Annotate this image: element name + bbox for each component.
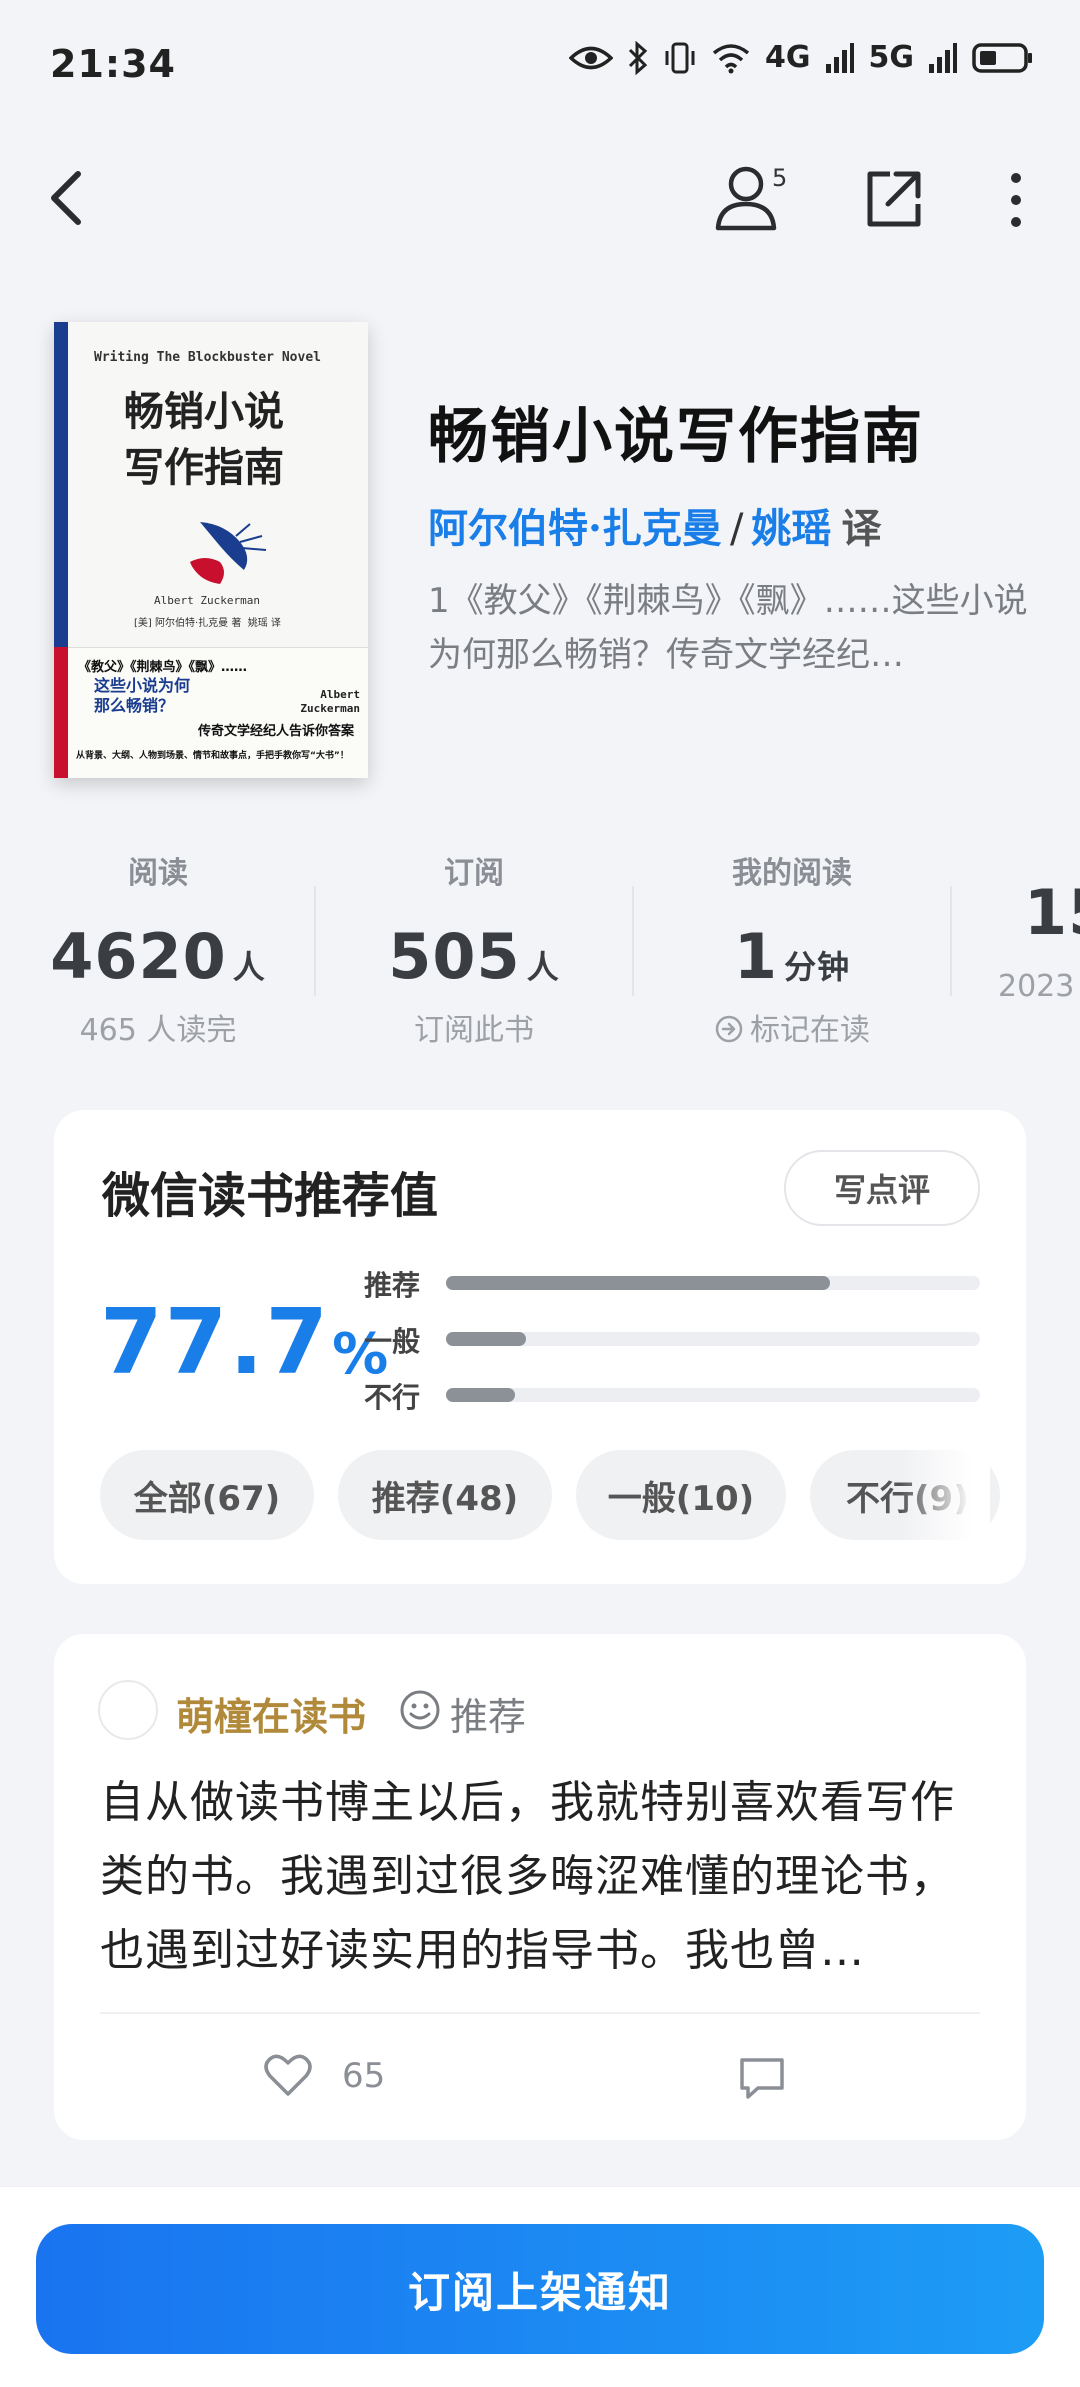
eye-icon xyxy=(569,46,613,69)
stat-number: 505 xyxy=(388,920,521,993)
cover-translator-cn: 姚瑶 译 xyxy=(247,618,281,629)
stat-divider xyxy=(632,886,634,996)
cover-author-en: Albert Zuckerman xyxy=(154,594,260,607)
cover-blue-bar xyxy=(54,322,68,647)
bar-label-bad: 不行 xyxy=(364,1381,421,1414)
bluetooth-icon xyxy=(628,40,648,75)
cover-title: 畅销小说 写作指南 xyxy=(124,384,284,496)
stat-unit: 人 xyxy=(232,948,266,986)
book-description[interactable]: 1《教父》《荆棘鸟》《飘》……这些小说为何那么畅销？传奇文学经纪… xyxy=(428,574,1028,682)
bar-track-neutral xyxy=(446,1332,980,1346)
bar-track-recommend xyxy=(446,1276,980,1290)
stat-value: 505 人 xyxy=(318,920,630,993)
stat-label: 阅读 xyxy=(128,856,188,891)
filter-chip-recommend[interactable]: 推荐(48) xyxy=(338,1450,552,1540)
bar-fill xyxy=(446,1332,527,1346)
cover-title-line2: 写作指南 xyxy=(124,444,284,491)
stat-reading[interactable]: 阅读 4620 人 465 人读完 xyxy=(2,848,314,1049)
cover-lower-panel: 《教父》《荆棘鸟》《飘》…… 这些小说为何 那么畅销？ Albert Zucke… xyxy=(68,647,368,778)
stat-number: 1 xyxy=(733,920,779,993)
vibrate-icon xyxy=(665,42,695,73)
translator-suffix: 译 xyxy=(841,505,882,552)
cover-author-cn: [美] 阿尔伯特·扎克曼 著 姚瑶 译 xyxy=(134,614,281,629)
status-time: 21:34 xyxy=(50,42,176,86)
stat-sub: 465 人读完 xyxy=(79,1013,237,1048)
bar-fill xyxy=(446,1388,516,1402)
cover-tagline1: 《教父》《荆棘鸟》《飘》…… xyxy=(78,660,248,675)
write-review-button[interactable]: 写点评 xyxy=(784,1150,980,1226)
cover-author-en-2: Albert Zuckerman xyxy=(300,688,360,716)
cover-tagline2-b: 那么畅销？ xyxy=(94,696,175,715)
cover-english-title: Writing The Blockbuster Novel xyxy=(94,350,321,365)
book-title: 畅销小说写作指南 xyxy=(428,402,924,472)
bar-label-neutral: 一般 xyxy=(364,1325,421,1358)
signal-icon xyxy=(825,42,854,73)
cover-tagline4: 传奇文学经纪人告诉你答案 xyxy=(198,724,355,739)
stat-sub-text: 标记在读 xyxy=(750,1013,870,1048)
chip-scroll-fade xyxy=(900,1440,990,1550)
book-cover[interactable]: Writing The Blockbuster Novel 畅销小说 写作指南 … xyxy=(54,322,368,778)
stat-number: 15 xyxy=(1024,876,1080,949)
cover-title-line1: 畅销小说 xyxy=(124,388,284,435)
bar-fill xyxy=(446,1276,831,1290)
heart-icon[interactable] xyxy=(264,2052,312,2098)
reviewer-name[interactable]: 萌橦在读书 xyxy=(176,1686,366,1741)
stat-my-reading[interactable]: 我的阅读 1 分钟 标记在读 xyxy=(636,848,948,1049)
stat-label: 我的阅读 xyxy=(732,856,852,891)
stat-number: 4620 xyxy=(50,920,227,993)
battery-icon xyxy=(972,42,1032,73)
filter-chip-all[interactable]: 全部(67) xyxy=(100,1450,314,1540)
review-text[interactable]: 自从做读书博主以后，我就特别喜欢看写作类的书。我遇到过很多晦涩难懂的理论书，也遇… xyxy=(100,1766,984,1988)
stat-unit: 人 xyxy=(526,948,560,986)
smile-icon xyxy=(400,1690,440,1730)
score-value: 77.7 xyxy=(100,1290,331,1395)
cover-author-en-2a: Albert xyxy=(320,688,360,701)
share-icon[interactable] xyxy=(862,168,926,232)
author-link[interactable]: 阿尔伯特·扎克曼 xyxy=(428,505,722,552)
status-icons: 4G 5G xyxy=(569,40,1034,75)
recommend-score: 77.7% xyxy=(100,1290,390,1395)
cover-tagline2-a: 这些小说为何 xyxy=(94,676,191,695)
review-verdict: 推荐 xyxy=(450,1695,527,1739)
cover-author-cn-text: [美] 阿尔伯特·扎克曼 著 xyxy=(134,618,242,629)
recommend-title: 微信读书推荐值 xyxy=(102,1168,439,1224)
review-divider xyxy=(100,2012,980,2014)
stat-label: 订阅 xyxy=(444,856,504,891)
stat-subscribe[interactable]: 订阅 505 人 订阅此书 xyxy=(318,848,630,1049)
cover-illustration xyxy=(190,522,267,584)
network-4g-label: 4G xyxy=(765,40,811,75)
bar-label-recommend: 推荐 xyxy=(364,1269,421,1302)
stat-divider xyxy=(314,886,316,996)
book-author-line: 阿尔伯特·扎克曼 / 姚瑶译 xyxy=(428,496,881,554)
cover-tagline5: 从背景、大纲、人物到场景、情节和故事点，手把手教你写“大书”！ xyxy=(76,751,349,761)
comment-icon[interactable] xyxy=(738,2056,786,2100)
stat-sub[interactable]: 标记在读 xyxy=(636,1005,948,1049)
like-count: 65 xyxy=(342,2056,386,2096)
back-arrow-icon[interactable] xyxy=(40,162,100,234)
author-separator: / xyxy=(729,506,744,552)
stat-value: 4620 人 xyxy=(2,920,314,993)
cover-tagline2: 这些小说为何 那么畅销？ xyxy=(94,676,190,716)
stat-sub: 2023 年 xyxy=(998,969,1080,1004)
network-5g-label: 5G xyxy=(868,40,915,75)
stat-value: 15 xyxy=(954,876,1080,949)
cover-red-bar xyxy=(54,647,68,778)
bar-track-bad xyxy=(446,1388,980,1402)
subscribe-notify-button[interactable]: 订阅上架通知 xyxy=(36,2224,1044,2354)
more-icon[interactable] xyxy=(1000,170,1032,230)
mark-reading-icon xyxy=(715,1015,743,1043)
stat-unit: 分钟 xyxy=(784,948,851,986)
stat-value: 1 分钟 xyxy=(636,920,948,993)
translator-link[interactable]: 姚瑶 xyxy=(751,505,831,552)
wifi-icon xyxy=(712,43,750,73)
avatar[interactable] xyxy=(98,1680,158,1740)
stat-publish[interactable]: 15 2023 年 xyxy=(954,848,1080,1005)
cover-author-en-2b: Zuckerman xyxy=(300,702,360,715)
stat-sub: 订阅此书 xyxy=(414,1013,534,1048)
signal-icon-2 xyxy=(929,42,957,73)
stat-divider xyxy=(950,886,952,996)
filter-chip-neutral[interactable]: 一般(10) xyxy=(576,1450,786,1540)
readers-count: 5 xyxy=(772,164,788,192)
